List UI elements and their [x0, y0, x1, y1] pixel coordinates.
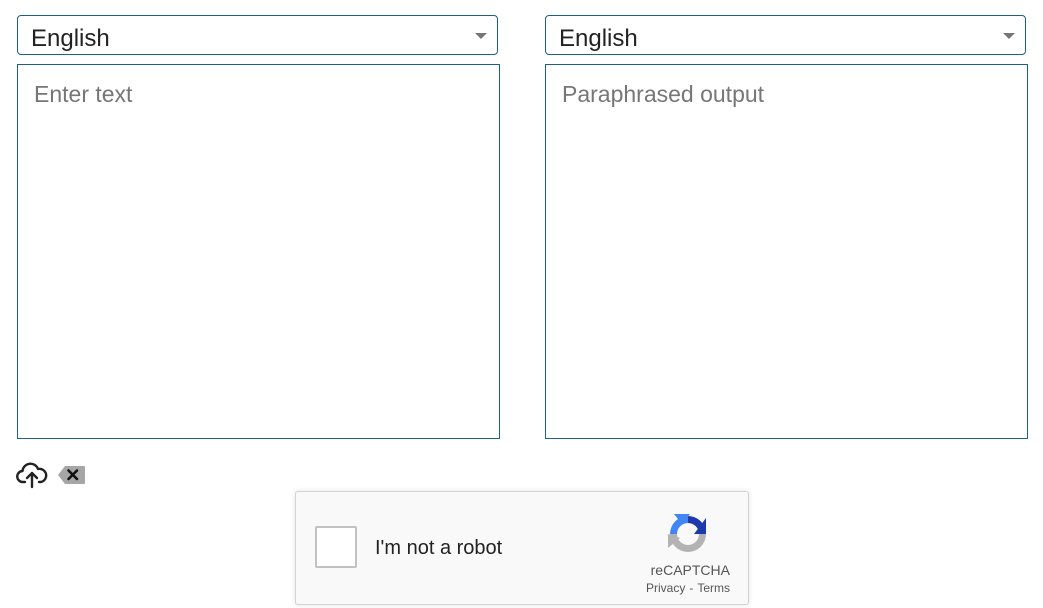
link-separator: -	[689, 581, 694, 595]
source-language-select[interactable]: English	[17, 15, 498, 55]
recaptcha-links: Privacy - Terms	[646, 580, 730, 596]
cloud-upload-icon[interactable]	[16, 461, 48, 489]
backspace-clear-icon[interactable]	[57, 464, 86, 486]
input-text-area[interactable]	[17, 64, 500, 439]
recaptcha-brand: reCAPTCHA	[650, 562, 730, 578]
recaptcha-widget: I'm not a robot reCAPTCHA Privacy - Terms	[295, 491, 749, 605]
terms-link[interactable]: Terms	[697, 581, 730, 595]
target-language-value: English	[559, 25, 638, 52]
chevron-down-icon	[1003, 33, 1015, 39]
chevron-down-icon	[475, 33, 487, 39]
privacy-link[interactable]: Privacy	[646, 581, 685, 595]
source-language-value: English	[31, 25, 110, 52]
output-text-area[interactable]	[545, 64, 1028, 439]
recaptcha-checkbox[interactable]	[315, 526, 357, 568]
paraphrase-tool: English English I'm not a robot	[0, 0, 1043, 608]
recaptcha-label: I'm not a robot	[375, 537, 503, 559]
recaptcha-logo-icon	[664, 510, 712, 558]
target-language-select[interactable]: English	[545, 15, 1026, 55]
